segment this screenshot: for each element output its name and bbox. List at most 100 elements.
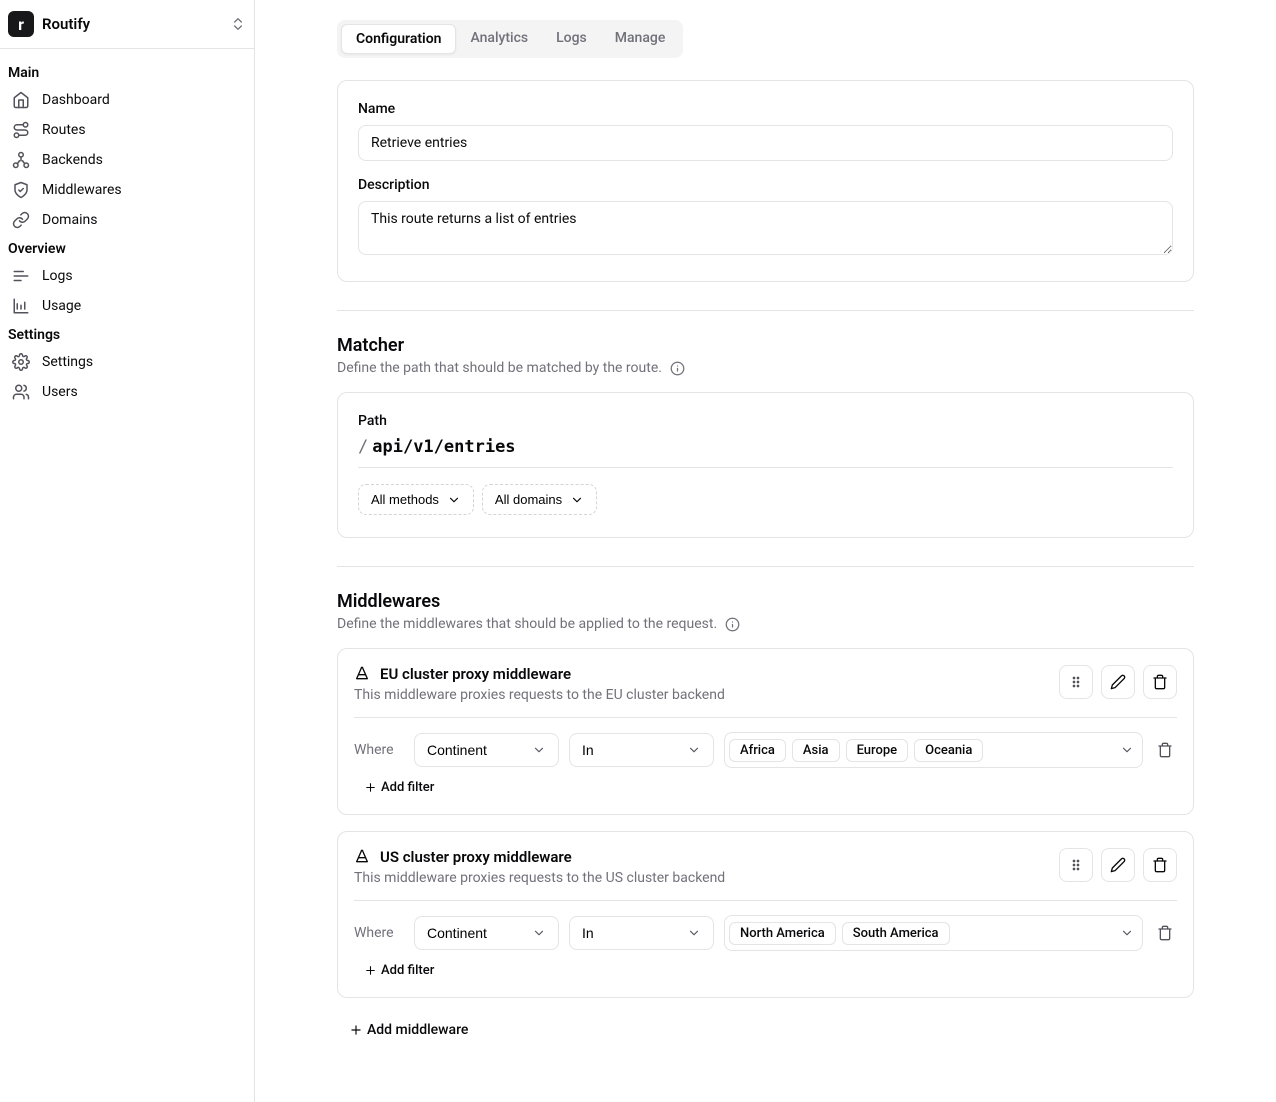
add-filter-label: Add filter xyxy=(381,780,434,795)
info-icon[interactable] xyxy=(670,361,685,376)
tab-logs[interactable]: Logs xyxy=(542,24,601,54)
edit-button[interactable] xyxy=(1101,848,1135,882)
tab-configuration[interactable]: Configuration xyxy=(341,24,456,54)
logs-icon xyxy=(12,267,30,285)
sidebar-item-label: Users xyxy=(42,384,78,400)
info-icon[interactable] xyxy=(725,617,740,632)
delete-button[interactable] xyxy=(1143,665,1177,699)
sidebar-item-logs[interactable]: Logs xyxy=(8,261,246,291)
sidebar-item-label: Backends xyxy=(42,152,103,168)
sidebar-item-routes[interactable]: Routes xyxy=(8,115,246,145)
tag[interactable]: South America xyxy=(842,922,950,945)
drag-handle[interactable] xyxy=(1059,848,1093,882)
sidebar-item-label: Routes xyxy=(42,122,86,138)
sidebar-item-label: Domains xyxy=(42,212,97,228)
add-middleware-button[interactable]: Add middleware xyxy=(349,1022,468,1038)
sidebar-item-label: Logs xyxy=(42,268,73,284)
middleware-title: US cluster proxy middleware xyxy=(380,848,572,866)
name-input[interactable] xyxy=(358,125,1173,161)
middleware-title: EU cluster proxy middleware xyxy=(380,665,571,683)
middlewares-desc: Define the middlewares that should be ap… xyxy=(337,616,1194,632)
nav-section-title: Main xyxy=(8,59,246,85)
add-filter-label: Add filter xyxy=(381,963,434,978)
sidebar-item-label: Dashboard xyxy=(42,92,110,108)
main-content: ConfigurationAnalyticsLogsManage Name De… xyxy=(255,0,1276,1102)
methods-select[interactable]: All methods xyxy=(358,484,474,515)
path-label: Path xyxy=(358,413,1173,429)
tag[interactable]: Africa xyxy=(729,739,786,762)
tag[interactable]: Europe xyxy=(846,739,909,762)
matcher-title: Matcher xyxy=(337,335,1194,356)
edit-button[interactable] xyxy=(1101,665,1135,699)
sidebar-item-usage[interactable]: Usage xyxy=(8,291,246,321)
sidebar-item-domains[interactable]: Domains xyxy=(8,205,246,235)
divider xyxy=(337,310,1194,311)
domains-select[interactable]: All domains xyxy=(482,484,597,515)
description-input[interactable] xyxy=(358,201,1173,255)
users-icon xyxy=(12,383,30,401)
filter-field-select[interactable]: Continent xyxy=(414,733,559,767)
filter-values-select[interactable]: Africa Asia EuropeOceania xyxy=(724,732,1143,768)
chevron-down-icon xyxy=(1120,926,1134,940)
middleware-desc: This middleware proxies requests to the … xyxy=(354,687,725,703)
chevrons-up-down-icon xyxy=(230,16,246,32)
where-label: Where xyxy=(354,742,404,758)
middleware-card: US cluster proxy middleware This middlew… xyxy=(337,831,1194,998)
nav-section-title: Overview xyxy=(8,235,246,261)
chevron-down-icon xyxy=(447,493,461,507)
middlewares-title: Middlewares xyxy=(337,591,1194,612)
matcher-desc: Define the path that should be matched b… xyxy=(337,360,1194,376)
workspace-selector[interactable]: r Routify xyxy=(0,0,254,49)
filter-operator-select[interactable]: In xyxy=(569,733,714,767)
sidebar: r Routify Main Dashboard Routes Backends Mid… xyxy=(0,0,255,1102)
sidebar-item-label: Usage xyxy=(42,298,81,314)
home-icon xyxy=(12,91,30,109)
path-slash: / xyxy=(358,437,368,457)
delete-button[interactable] xyxy=(1143,848,1177,882)
sidebar-item-backends[interactable]: Backends xyxy=(8,145,246,175)
brand-logo: r xyxy=(8,11,34,37)
plus-icon xyxy=(349,1023,363,1037)
divider xyxy=(337,566,1194,567)
name-label: Name xyxy=(358,101,1173,117)
sidebar-item-users[interactable]: Users xyxy=(8,377,246,407)
remove-filter-button[interactable] xyxy=(1153,738,1177,762)
path-input[interactable] xyxy=(372,437,1173,457)
tag[interactable]: Asia xyxy=(792,739,840,762)
tab-manage[interactable]: Manage xyxy=(601,24,680,54)
tab-analytics[interactable]: Analytics xyxy=(456,24,542,54)
drag-handle[interactable] xyxy=(1059,665,1093,699)
sidebar-item-label: Middlewares xyxy=(42,182,122,198)
path-row: / xyxy=(358,437,1173,468)
add-filter-button[interactable]: Add filter xyxy=(364,780,434,795)
backends-icon xyxy=(12,151,30,169)
sidebar-item-settings[interactable]: Settings xyxy=(8,347,246,377)
sidebar-item-label: Settings xyxy=(42,354,93,370)
gear-icon xyxy=(12,353,30,371)
add-filter-button[interactable]: Add filter xyxy=(364,963,434,978)
filter-operator-select[interactable]: In xyxy=(569,916,714,950)
link-icon xyxy=(12,211,30,229)
filter-field-select[interactable]: Continent xyxy=(414,916,559,950)
middlewares-desc-text: Define the middlewares that should be ap… xyxy=(337,616,717,632)
brand-name: Routify xyxy=(42,15,222,33)
sidebar-nav: Main Dashboard Routes Backends Middlewares Do… xyxy=(0,49,254,417)
tag[interactable]: Oceania xyxy=(914,739,983,762)
cone-icon xyxy=(354,666,370,682)
filter-values-select[interactable]: North America South America xyxy=(724,915,1143,951)
route-icon xyxy=(12,121,30,139)
tabs: ConfigurationAnalyticsLogsManage xyxy=(337,20,683,58)
chart-icon xyxy=(12,297,30,315)
remove-filter-button[interactable] xyxy=(1153,921,1177,945)
cone-icon xyxy=(354,849,370,865)
sidebar-item-dashboard[interactable]: Dashboard xyxy=(8,85,246,115)
matcher-desc-text: Define the path that should be matched b… xyxy=(337,360,662,376)
nav-section-title: Settings xyxy=(8,321,246,347)
basic-info-card: Name Description xyxy=(337,80,1194,282)
middleware-desc: This middleware proxies requests to the … xyxy=(354,870,725,886)
sidebar-item-middlewares[interactable]: Middlewares xyxy=(8,175,246,205)
domains-select-label: All domains xyxy=(495,492,562,507)
chevron-down-icon xyxy=(570,493,584,507)
tag[interactable]: North America xyxy=(729,922,836,945)
methods-select-label: All methods xyxy=(371,492,439,507)
